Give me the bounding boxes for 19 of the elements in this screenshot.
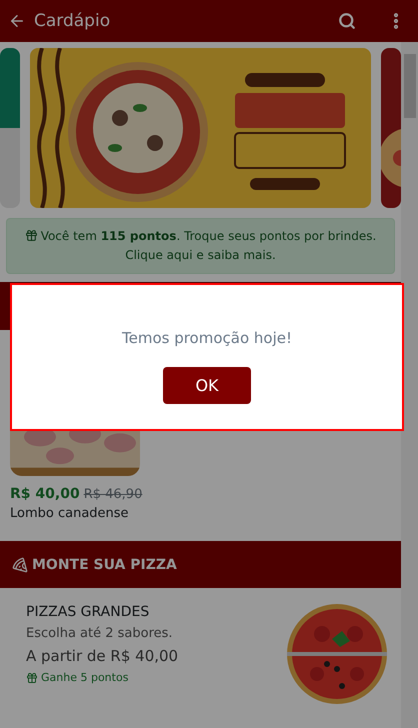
back-icon[interactable] xyxy=(8,12,26,30)
pizza-icon xyxy=(12,556,28,572)
page-title: Cardápio xyxy=(34,11,112,31)
item-title: PIZZAS GRANDES xyxy=(26,604,150,620)
ok-button[interactable]: OK xyxy=(163,367,251,404)
points-reward: Ganhe 5 pontos xyxy=(41,671,128,684)
product-price: R$ 40,00 xyxy=(10,486,80,502)
search-icon[interactable] xyxy=(338,12,356,30)
points-notice[interactable]: Você tem 115 pontos. Troque seus pontos por brindes. Clique aqui e saiba mais. xyxy=(6,218,395,274)
dialog-message: Temos promoção hoje! xyxy=(122,329,292,347)
gift-icon xyxy=(24,229,38,242)
product-name: Lombo canadense xyxy=(10,506,130,521)
scrollbar[interactable] xyxy=(401,42,418,728)
old-price: R$ 46,90 xyxy=(84,487,142,502)
section-title: MONTE SUA PIZZA xyxy=(32,556,177,572)
gift-icon xyxy=(26,672,38,684)
item-description: Escolha até 2 sabores. xyxy=(26,626,174,641)
item-price: A partir de R$ 40,00 xyxy=(26,647,180,665)
points-text: Você tem 115 pontos. Troque seus pontos por brindes. Clique aqui e saiba mais. xyxy=(40,229,376,262)
